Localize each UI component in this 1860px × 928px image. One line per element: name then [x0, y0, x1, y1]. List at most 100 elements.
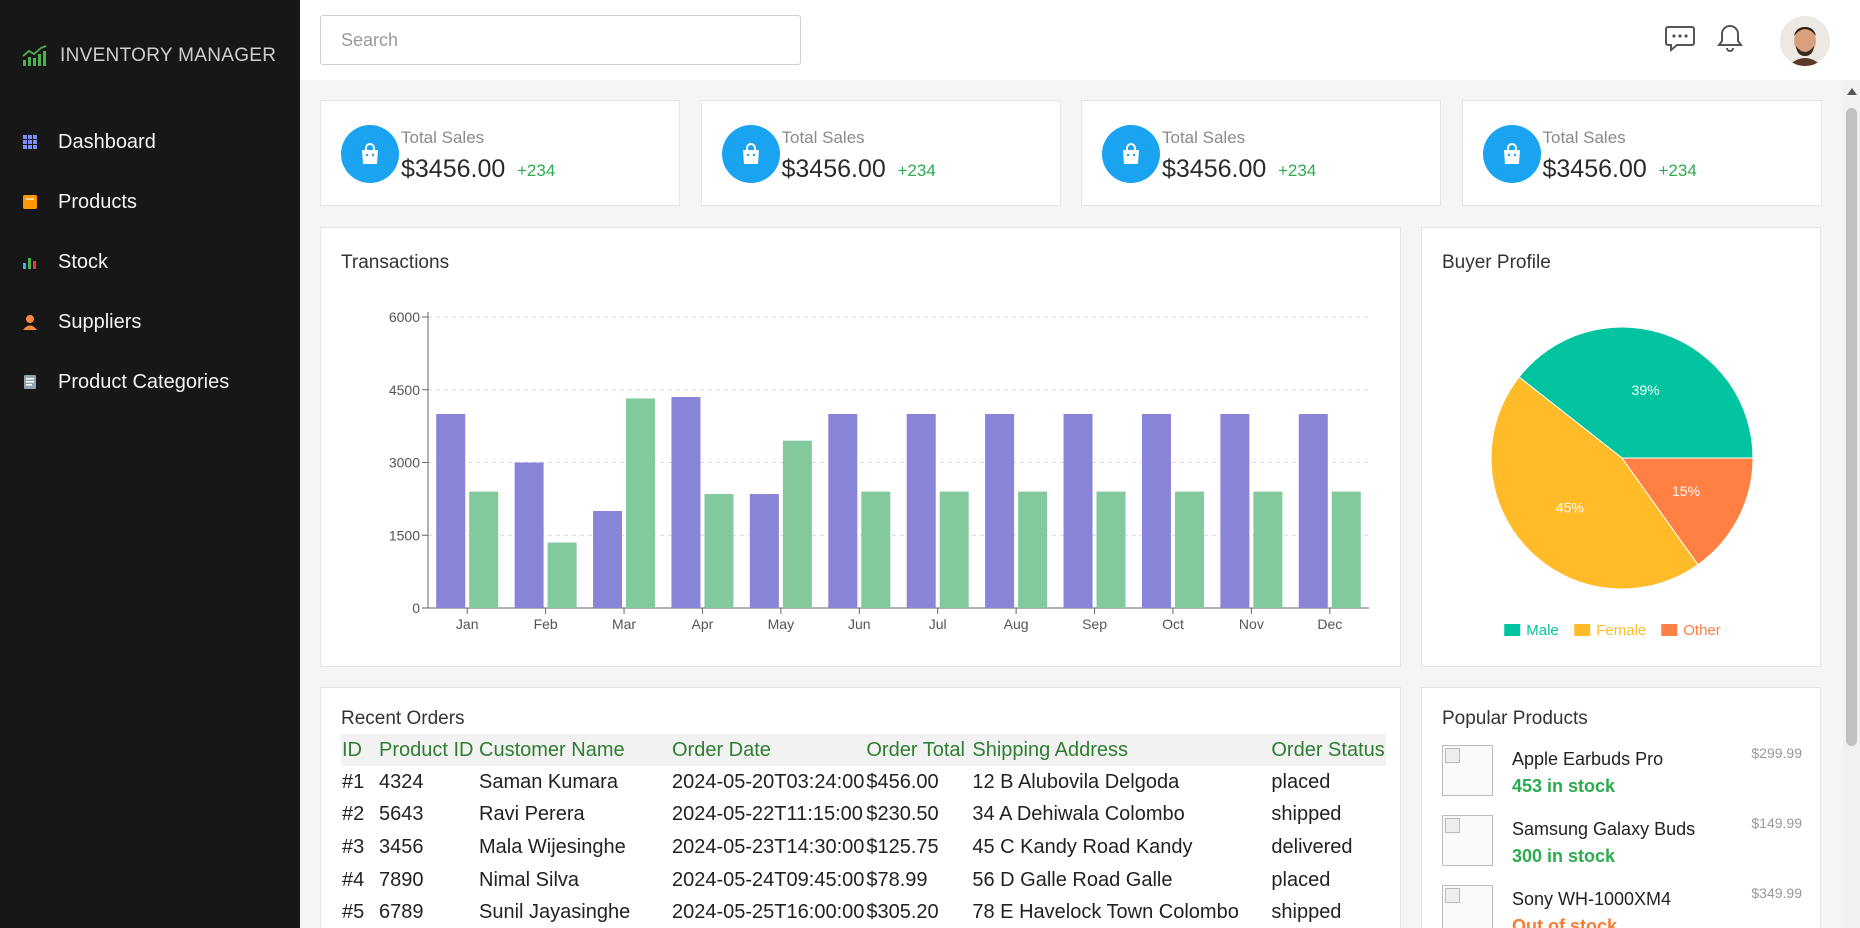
- stat-value: $3456.00: [1542, 155, 1647, 183]
- table-cell: Sunil Jayasinghe: [479, 901, 631, 924]
- table-cell: #1: [342, 770, 365, 793]
- sidebar-item-label: Dashboard: [58, 130, 156, 153]
- table-row[interactable]: #3 3456 Mala Wijesinghe 2024-05-23T14:30:00…: [341, 831, 1386, 864]
- product-stock: Out of stock: [1512, 916, 1618, 928]
- stat-delta: +234: [897, 161, 936, 180]
- table-cell: Nimal Silva: [479, 868, 580, 891]
- x-tick-label: Dec: [1317, 616, 1342, 632]
- table-cell: 7890: [379, 868, 424, 891]
- chat-icon[interactable]: [1665, 23, 1695, 53]
- product-name: Samsung Galaxy Buds: [1512, 819, 1696, 839]
- table-cell: Ravi Perera: [479, 803, 585, 826]
- stat-label: Total Sales: [1542, 128, 1626, 147]
- column-header[interactable]: ID: [341, 734, 378, 766]
- table-cell: placed: [1271, 868, 1331, 891]
- table-row[interactable]: #2 5643 Ravi Perera 2024-05-22T11:15:00 $230…: [341, 799, 1386, 832]
- x-tick-label: May: [768, 616, 794, 632]
- search-input[interactable]: [320, 15, 801, 65]
- stat-card: Total Sales $3456.00 +234: [700, 100, 1061, 206]
- scroll-up-arrow-icon[interactable]: [1847, 88, 1857, 95]
- table-cell: delivered: [1271, 835, 1353, 858]
- bar: [1141, 414, 1171, 608]
- sidebar-item-products[interactable]: Products: [0, 172, 300, 232]
- recent-orders-card: Recent Orders ID Product ID Customer Name O…: [320, 687, 1401, 928]
- table-cell: 2024-05-25T16:00:00: [672, 901, 865, 924]
- brand[interactable]: INVENTORY MANAGER: [0, 0, 300, 112]
- stat-card: Total Sales $3456.00 +234: [1461, 100, 1822, 206]
- table-row[interactable]: #5 6789 Sunil Jayasinghe 2024-05-25T16:00:0…: [341, 896, 1386, 928]
- page-scrollbar[interactable]: [1843, 80, 1860, 928]
- product-name: Sony WH-1000XM4: [1512, 889, 1672, 909]
- table-cell: 45 C Kandy Road Kandy: [972, 835, 1193, 858]
- column-header[interactable]: Customer Name: [478, 734, 671, 766]
- bar: [593, 511, 623, 608]
- bar: [828, 414, 858, 608]
- stat-delta: +234: [1658, 161, 1697, 180]
- popular-product-item[interactable]: Sony WH-1000XM4 Out of stock $349.99: [1442, 885, 1802, 928]
- scroll-thumb[interactable]: [1846, 108, 1857, 746]
- stat-value: $3456.00: [781, 155, 886, 183]
- table-cell: #3: [342, 835, 365, 858]
- table-row[interactable]: #4 7890 Nimal Silva 2024-05-24T09:45:00 $78.…: [341, 864, 1386, 897]
- person-icon: [22, 314, 38, 330]
- x-tick-label: Nov: [1239, 616, 1264, 632]
- table-cell: 2024-05-23T14:30:00: [672, 835, 865, 858]
- x-tick-label: Jul: [929, 616, 947, 632]
- sidebar-item-suppliers[interactable]: Suppliers: [0, 292, 300, 352]
- product-price: $149.99: [1751, 815, 1802, 831]
- bar: [547, 542, 577, 608]
- table-cell: Saman Kumara: [479, 770, 618, 793]
- transactions-bar-chart: 0 1500 3000 4500 6000 Jan Feb Mar Apr May Jun Jul Au…: [389, 309, 1369, 632]
- table-row[interactable]: #1 4324 Saman Kumara 2024-05-20T03:24:00 $45…: [341, 766, 1386, 799]
- column-header[interactable]: Shipping Address: [971, 734, 1271, 766]
- legend-label: Male: [1526, 622, 1559, 639]
- trending-chart-icon: [22, 45, 47, 66]
- legend-swatch: [1504, 624, 1521, 636]
- table-cell: placed: [1271, 770, 1331, 793]
- table-cell: #2: [342, 803, 365, 826]
- sidebar-item-label: Stock: [58, 250, 109, 273]
- table-cell: 34 A Dehiwala Colombo: [972, 803, 1185, 826]
- x-tick-label: Oct: [1162, 616, 1184, 632]
- sidebar-item-dashboard[interactable]: Dashboard: [0, 112, 300, 172]
- sidebar-item-stock[interactable]: Stock: [0, 232, 300, 292]
- column-header[interactable]: Order Date: [671, 734, 866, 766]
- bar: [1220, 414, 1250, 608]
- x-tick-label: Apr: [692, 616, 714, 632]
- bar: [1298, 414, 1328, 608]
- product-image: [1442, 885, 1493, 928]
- x-tick-label: Aug: [1004, 616, 1029, 632]
- stat-card: Total Sales $3456.00 +234: [1081, 100, 1441, 206]
- grid-icon: [22, 134, 38, 150]
- popular-products-title: Popular Products: [1442, 708, 1588, 729]
- document-icon: [22, 374, 38, 390]
- sidebar-item-product-categories[interactable]: Product Categories: [0, 352, 300, 412]
- bar: [1096, 491, 1126, 608]
- x-tick-label: Mar: [612, 616, 636, 632]
- bar: [1018, 491, 1048, 608]
- popular-product-item[interactable]: Apple Earbuds Pro 453 in stock $299.99: [1442, 745, 1802, 801]
- table-cell: 2024-05-22T11:15:00: [672, 803, 863, 826]
- column-header[interactable]: Order Status: [1270, 734, 1386, 766]
- bar: [704, 494, 734, 608]
- bell-icon[interactable]: [1715, 23, 1745, 53]
- y-tick-label: 1500: [389, 527, 420, 543]
- shopping-bag-icon: [1482, 125, 1541, 183]
- column-header[interactable]: Product ID: [378, 734, 478, 766]
- bar: [1253, 491, 1283, 608]
- bar: [749, 494, 779, 608]
- table-cell: Mala Wijesinghe: [479, 835, 626, 858]
- column-header[interactable]: Order Total: [865, 734, 972, 766]
- table-cell: 5643: [379, 803, 424, 826]
- bar: [985, 414, 1015, 608]
- table-cell: 6789: [379, 901, 424, 924]
- legend-swatch: [1661, 624, 1678, 636]
- table-cell: 78 E Havelock Town Colombo: [972, 901, 1239, 924]
- bar: [671, 397, 701, 608]
- product-image: [1442, 745, 1493, 796]
- bar: [939, 491, 969, 608]
- shopping-bag-icon: [1102, 125, 1160, 183]
- popular-product-item[interactable]: Samsung Galaxy Buds 300 in stock $149.99: [1442, 815, 1802, 871]
- shopping-bag-icon: [341, 125, 399, 183]
- avatar[interactable]: [1780, 16, 1830, 66]
